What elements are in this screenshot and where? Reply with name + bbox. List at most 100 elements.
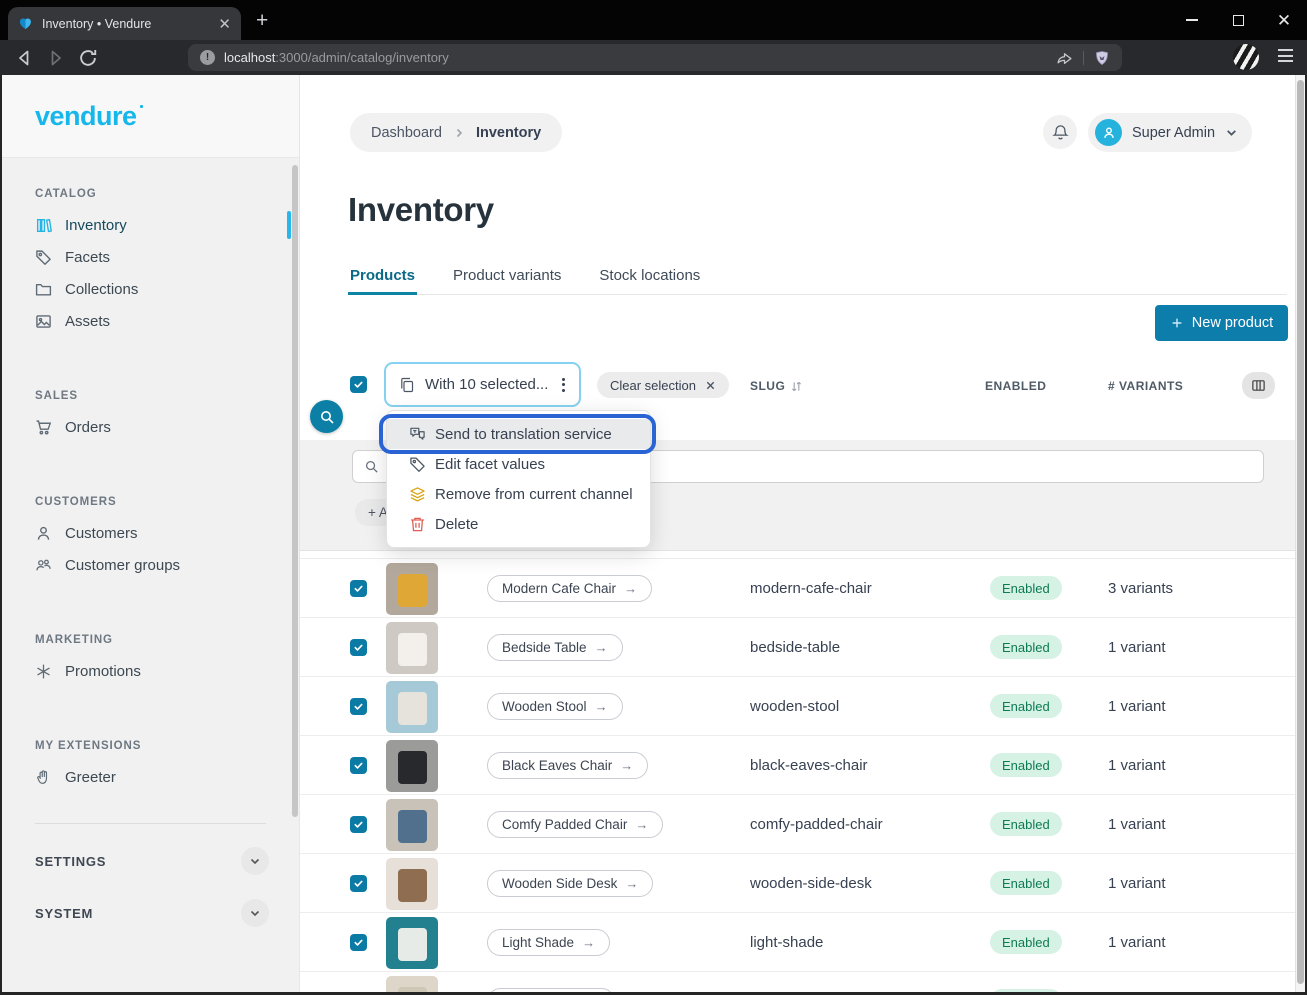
search-button[interactable] <box>310 400 343 433</box>
product-slug: black-eaves-chair <box>750 757 868 774</box>
url-bar[interactable]: ! localhost:3000/admin/catalog/inventory <box>188 44 1122 71</box>
menu-item-delete[interactable]: Delete <box>387 509 650 539</box>
table-row: → Enabled <box>300 971 1295 992</box>
breadcrumb-inventory[interactable]: Inventory <box>476 125 541 141</box>
sidebar-section-settings[interactable]: SETTINGS <box>2 846 299 876</box>
sidebar-item-facets[interactable]: Facets <box>2 241 299 273</box>
row-checkbox[interactable] <box>350 934 367 951</box>
sidebar-section-system[interactable]: SYSTEM <box>2 898 299 928</box>
variants-count: 1 variant <box>1108 816 1166 833</box>
user-name: Super Admin <box>1132 125 1215 141</box>
row-checkbox[interactable] <box>350 639 367 656</box>
tab-close-icon[interactable]: ✕ <box>218 15 231 33</box>
collections-icon <box>35 281 52 298</box>
user-menu[interactable]: Super Admin <box>1088 113 1252 152</box>
kebab-menu-icon <box>562 378 565 392</box>
sidebar-section-catalog: CATALOG Inventory Facets Collections Ass… <box>2 188 299 337</box>
menu-item-remove-from-current-channel[interactable]: Remove from current channel <box>387 479 650 509</box>
sidebar-item-collections[interactable]: Collections <box>2 273 299 305</box>
row-checkbox[interactable] <box>350 698 367 715</box>
row-checkbox[interactable] <box>350 757 367 774</box>
menu-item-send-to-translation-service[interactable]: Send to translation service <box>387 419 650 449</box>
product-name-link[interactable]: → <box>487 988 615 992</box>
new-product-button[interactable]: New product <box>1155 305 1288 341</box>
sidebar-item-promotions[interactable]: Promotions <box>2 655 299 687</box>
window-close-button[interactable]: ✕ <box>1261 0 1307 40</box>
chevron-down-icon[interactable] <box>241 847 269 875</box>
table-row: Wooden Side Desk→ wooden-side-desk Enabl… <box>300 853 1295 912</box>
brave-shield-icon[interactable] <box>1094 50 1110 66</box>
sidebar-item-greeter[interactable]: Greeter <box>2 761 299 793</box>
tag-icon <box>409 456 426 473</box>
new-tab-button[interactable]: + <box>256 9 268 33</box>
arrow-right-icon: → <box>620 758 633 773</box>
tab-title: Inventory • Vendure <box>42 17 209 31</box>
sidebar-item-customers[interactable]: Customers <box>2 517 299 549</box>
browser-profile-avatar[interactable] <box>1233 44 1259 70</box>
product-name-link[interactable]: Light Shade→ <box>487 929 610 956</box>
sidebar-section-header: CATALOG <box>35 188 299 200</box>
window-minimize-button[interactable] <box>1169 0 1215 40</box>
product-name-link[interactable]: Wooden Side Desk→ <box>487 870 653 897</box>
sidebar-item-orders[interactable]: Orders <box>2 411 299 443</box>
tab-product-variants[interactable]: Product variants <box>451 259 563 294</box>
customer-groups-icon <box>35 557 52 574</box>
product-name-link[interactable]: Modern Cafe Chair→ <box>487 575 652 602</box>
vendure-favicon-icon <box>18 16 33 31</box>
browser-menu-icon[interactable] <box>1278 49 1293 62</box>
row-checkbox[interactable] <box>350 580 367 597</box>
product-name-link[interactable]: Black Eaves Chair→ <box>487 752 648 779</box>
layers-icon <box>409 486 426 503</box>
breadcrumb[interactable]: Dashboard Inventory <box>350 113 562 152</box>
plus-icon <box>1170 316 1184 330</box>
product-slug: modern-cafe-chair <box>750 580 872 597</box>
forward-icon[interactable] <box>46 48 66 68</box>
enabled-badge: Enabled <box>990 635 1062 659</box>
tab-products[interactable]: Products <box>348 259 417 294</box>
clear-selection-button[interactable]: Clear selection <box>597 372 729 398</box>
browser-toolbar: ! localhost:3000/admin/catalog/inventory <box>0 40 1307 75</box>
tab-stock-locations[interactable]: Stock locations <box>597 259 702 294</box>
product-slug: bedside-table <box>750 639 840 656</box>
column-settings-button[interactable] <box>1242 372 1275 399</box>
sidebar-section-marketing: MARKETING Promotions <box>2 634 299 687</box>
menu-item-edit-facet-values[interactable]: Edit facet values <box>387 449 650 479</box>
variants-count: 1 variant <box>1108 639 1166 656</box>
site-info-icon[interactable]: ! <box>200 50 215 65</box>
share-icon[interactable] <box>1056 49 1073 66</box>
product-thumbnail <box>386 681 438 733</box>
notifications-button[interactable] <box>1043 115 1077 149</box>
product-name-link[interactable]: Wooden Stool→ <box>487 693 623 720</box>
with-selected-button[interactable]: With 10 selected... <box>384 362 581 407</box>
product-name-link[interactable]: Comfy Padded Chair→ <box>487 811 663 838</box>
enabled-badge: Enabled <box>990 576 1062 600</box>
sidebar-scrollbar[interactable] <box>292 165 298 817</box>
arrow-right-icon: → <box>582 935 595 950</box>
scrollbar-thumb[interactable] <box>1297 80 1304 984</box>
product-slug: comfy-padded-chair <box>750 816 883 833</box>
row-checkbox[interactable] <box>350 875 367 892</box>
reload-icon[interactable] <box>78 48 98 68</box>
select-all-checkbox[interactable] <box>350 376 367 393</box>
products-table: Modern Cafe Chair→ modern-cafe-chair Ena… <box>300 558 1295 992</box>
chevron-down-icon[interactable] <box>241 899 269 927</box>
back-icon[interactable] <box>14 48 34 68</box>
breadcrumb-dashboard[interactable]: Dashboard <box>371 125 442 141</box>
table-row: Modern Cafe Chair→ modern-cafe-chair Ena… <box>300 558 1295 617</box>
browser-titlebar: Inventory • Vendure ✕ + ✕ <box>0 0 1307 40</box>
browser-tab[interactable]: Inventory • Vendure ✕ <box>8 7 241 40</box>
assets-icon <box>35 313 52 330</box>
sidebar-item-inventory[interactable]: Inventory <box>2 209 299 241</box>
sidebar-section-customers: CUSTOMERS Customers Customer groups <box>2 496 299 581</box>
close-icon <box>705 380 716 391</box>
enabled-badge: Enabled <box>990 930 1062 954</box>
product-name-link[interactable]: Bedside Table→ <box>487 634 623 661</box>
window-maximize-button[interactable] <box>1215 0 1261 40</box>
row-checkbox[interactable] <box>350 816 367 833</box>
sidebar-item-assets[interactable]: Assets <box>2 305 299 337</box>
page-scrollbar[interactable] <box>1295 75 1305 992</box>
sidebar-item-customer-groups[interactable]: Customer groups <box>2 549 299 581</box>
sidebar-section-header: SALES <box>35 390 299 402</box>
column-header-slug[interactable]: SLUG <box>750 379 803 393</box>
sidebar: vendure CATALOG Inventory Facets Collect… <box>2 75 300 992</box>
